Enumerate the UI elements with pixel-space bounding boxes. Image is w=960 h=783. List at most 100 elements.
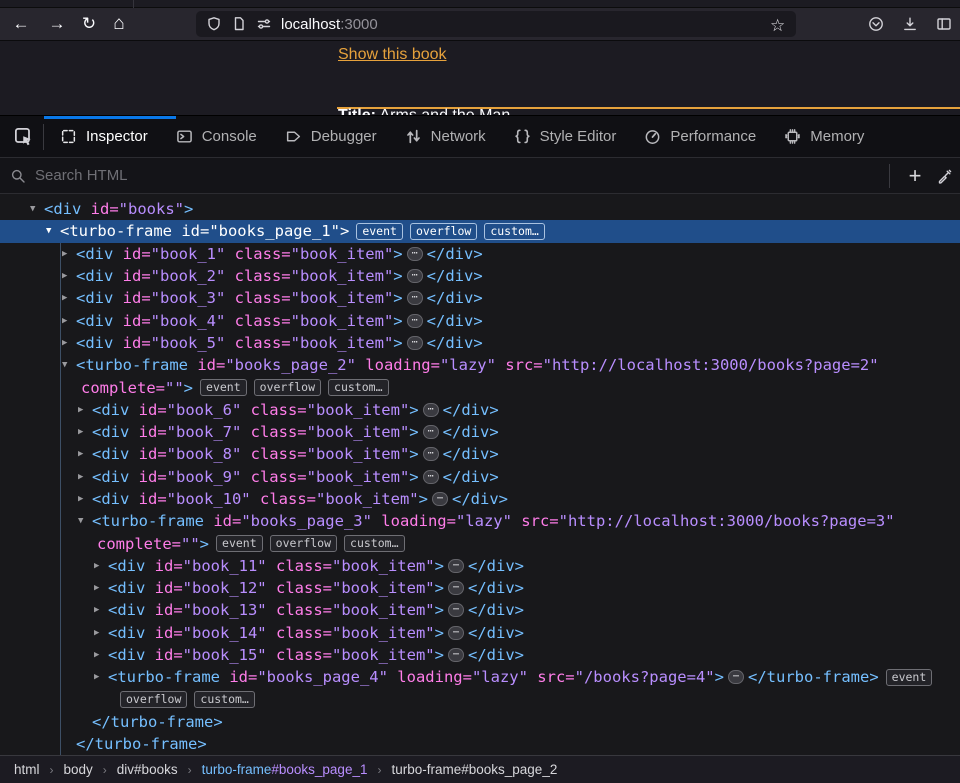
collapsed-content-icon[interactable]: ⋯ <box>422 425 439 440</box>
pick-element-button[interactable] <box>7 122 41 152</box>
breadcrumb-turbo-frame#books_page_2[interactable]: turbo-frame#books_page_2 <box>387 760 561 779</box>
expand-arrow-icon[interactable]: ▶ <box>94 650 108 660</box>
markup-row[interactable]: ▶ <div id= "book_12" class= "book_item" > ⋯ </… <box>0 577 960 599</box>
markup-row[interactable]: ▼ <turbo-frame id= "books_page_1" > event ove… <box>0 220 960 243</box>
markup-row[interactable]: ▶ <turbo-frame id= "books_page_4" loading=… <box>0 666 960 688</box>
tab-style-editor[interactable]: Style Editor <box>500 116 631 157</box>
expand-arrow-icon[interactable]: ▶ <box>62 338 76 348</box>
markup-row-continuation[interactable]: overflow custom… <box>0 689 960 711</box>
expand-arrow-icon[interactable]: ▶ <box>78 427 92 437</box>
collapsed-content-icon[interactable]: ⋯ <box>406 335 423 350</box>
breadcrumb-body[interactable]: body <box>60 760 97 779</box>
collapsed-content-icon[interactable]: ⋯ <box>406 246 423 261</box>
badge-event[interactable]: event <box>200 379 247 397</box>
markup-row[interactable]: ▶ <div id= "book_2" class= "book_item" > ⋯ </d… <box>0 265 960 287</box>
collapse-arrow-icon[interactable]: ▼ <box>46 226 60 236</box>
markup-row[interactable]: ▼ <turbo-frame id= "books_page_3" loading=… <box>0 510 960 532</box>
collapsed-content-icon[interactable]: ⋯ <box>431 492 449 506</box>
markup-row[interactable]: ▶ <div id= "book_3" class= "book_item" > ⋯ </d… <box>0 287 960 309</box>
markup-row[interactable]: ▶ <div id= "book_5" class= "book_item" > ⋯ </d… <box>0 332 960 354</box>
markup-row[interactable]: ▶ <div id= "book_6" class= "book_item" > ⋯ </d… <box>0 399 960 421</box>
expand-arrow-icon[interactable]: ▶ <box>94 583 108 593</box>
collapsed-content-icon[interactable]: ⋯ <box>406 313 423 328</box>
expand-arrow-icon[interactable]: ▶ <box>94 672 108 682</box>
eyedropper-button[interactable] <box>930 161 960 191</box>
badge-event[interactable]: event <box>356 222 403 240</box>
collapsed-content-icon[interactable]: ⋯ <box>422 402 439 417</box>
markup-row[interactable]: ▶ <div id= "book_10" class= "book_item" > ⋯ </… <box>0 488 960 510</box>
collapsed-content-icon[interactable]: ⋯ <box>447 581 465 596</box>
expand-arrow-icon[interactable]: ▶ <box>62 316 76 326</box>
breadcrumb-turbo-frame#books_page_1[interactable]: turbo-frame#books_page_1 <box>198 760 372 779</box>
bookmark-star-icon[interactable]: ☆ <box>770 16 786 35</box>
collapse-arrow-icon[interactable]: ▼ <box>62 360 76 370</box>
markup-row[interactable]: ▶ <div id= "book_8" class= "book_item" > ⋯ </d… <box>0 443 960 465</box>
markup-row[interactable]: ▶ <div id= "book_4" class= "book_item" > ⋯ </d… <box>0 309 960 331</box>
badge-event[interactable]: event <box>216 535 263 553</box>
collapsed-content-icon[interactable]: ⋯ <box>727 670 744 685</box>
url-text[interactable]: localhost:3000 <box>281 16 761 33</box>
collapsed-content-icon[interactable]: ⋯ <box>422 447 439 462</box>
expand-arrow-icon[interactable]: ▶ <box>78 405 92 415</box>
markup-row[interactable]: ▼ <turbo-frame id= "books_page_2" loading=… <box>0 354 960 376</box>
breadcrumb-div#books[interactable]: div#books <box>113 760 182 779</box>
badge-overflow[interactable]: overflow <box>120 691 188 709</box>
home-button[interactable]: ⌂ <box>104 10 134 38</box>
markup-row[interactable]: ▼ <div id= "books" > <box>0 198 960 220</box>
markup-row[interactable]: </turbo-frame> <box>0 711 960 733</box>
markup-row-continuation[interactable]: complete= "" > event overflow custom… <box>0 532 960 554</box>
tab-debugger[interactable]: Debugger <box>271 116 391 157</box>
collapsed-content-icon[interactable]: ⋯ <box>447 648 465 663</box>
permissions-icon[interactable] <box>256 16 272 32</box>
collapsed-content-icon[interactable]: ⋯ <box>447 558 465 573</box>
back-button[interactable]: ← <box>6 10 36 38</box>
markup-row[interactable]: ▶ <div id= "book_15" class= "book_item" > ⋯ </… <box>0 644 960 666</box>
badge-overflow[interactable]: overflow <box>253 379 322 397</box>
reload-button[interactable]: ↻ <box>74 10 104 38</box>
tab-inspector[interactable]: Inspector <box>46 116 162 157</box>
forward-button[interactable]: → <box>42 10 72 38</box>
markup-view[interactable]: ▼ <div id= "books" > ▼ <turbo-frame id= "books… <box>0 195 960 755</box>
search-input[interactable] <box>33 166 889 185</box>
tab-network[interactable]: Network <box>391 116 500 157</box>
expand-arrow-icon[interactable]: ▶ <box>94 605 108 615</box>
collapse-arrow-icon[interactable]: ▼ <box>78 516 92 526</box>
badge-custom[interactable]: custom… <box>484 222 545 240</box>
badge-custom[interactable]: custom… <box>328 379 389 397</box>
site-info-icon[interactable] <box>231 16 247 32</box>
expand-arrow-icon[interactable]: ▶ <box>78 494 92 504</box>
expand-arrow-icon[interactable]: ▶ <box>62 271 76 281</box>
sidebar-icon[interactable] <box>936 16 952 32</box>
badge-custom[interactable]: custom… <box>194 691 255 709</box>
url-bar[interactable]: localhost:3000 ☆ <box>196 11 796 37</box>
collapsed-content-icon[interactable]: ⋯ <box>406 291 423 306</box>
collapsed-content-icon[interactable]: ⋯ <box>406 269 423 284</box>
tab-console[interactable]: Console <box>162 116 271 157</box>
pocket-icon[interactable] <box>868 16 884 32</box>
expand-arrow-icon[interactable]: ▶ <box>94 561 108 571</box>
tab-memory[interactable]: Memory <box>770 116 878 157</box>
collapse-arrow-icon[interactable]: ▼ <box>30 204 44 214</box>
show-this-book-link[interactable]: Show this book <box>338 46 447 64</box>
shield-icon[interactable] <box>206 16 222 32</box>
markup-row[interactable]: ▶ <div id= "book_13" class= "book_item" > ⋯ </… <box>0 599 960 621</box>
collapsed-content-icon[interactable]: ⋯ <box>447 625 465 640</box>
tab-performance[interactable]: Performance <box>630 116 770 157</box>
markup-row[interactable]: ▶ <div id= "book_7" class= "book_item" > ⋯ </d… <box>0 421 960 443</box>
expand-arrow-icon[interactable]: ▶ <box>94 628 108 638</box>
collapsed-content-icon[interactable]: ⋯ <box>447 603 465 618</box>
create-node-button[interactable]: + <box>900 161 930 191</box>
badge-overflow[interactable]: overflow <box>409 222 478 240</box>
markup-row-continuation[interactable]: complete= "" > event overflow custom… <box>0 376 960 398</box>
expand-arrow-icon[interactable]: ▶ <box>78 449 92 459</box>
markup-row[interactable]: ▶ <div id= "book_9" class= "book_item" > ⋯ </d… <box>0 466 960 488</box>
expand-arrow-icon[interactable]: ▶ <box>78 472 92 482</box>
breadcrumb-html[interactable]: html <box>10 760 44 779</box>
badge-custom[interactable]: custom… <box>344 535 405 553</box>
expand-arrow-icon[interactable]: ▶ <box>62 249 76 259</box>
markup-row[interactable]: ▶ <div id= "book_11" class= "book_item" > ⋯ </… <box>0 555 960 577</box>
downloads-icon[interactable] <box>902 16 918 32</box>
markup-row[interactable]: ▶ <div id= "book_1" class= "book_item" > ⋯ </d… <box>0 243 960 265</box>
markup-row[interactable]: </turbo-frame> <box>0 733 960 755</box>
badge-event[interactable]: event <box>885 668 933 686</box>
